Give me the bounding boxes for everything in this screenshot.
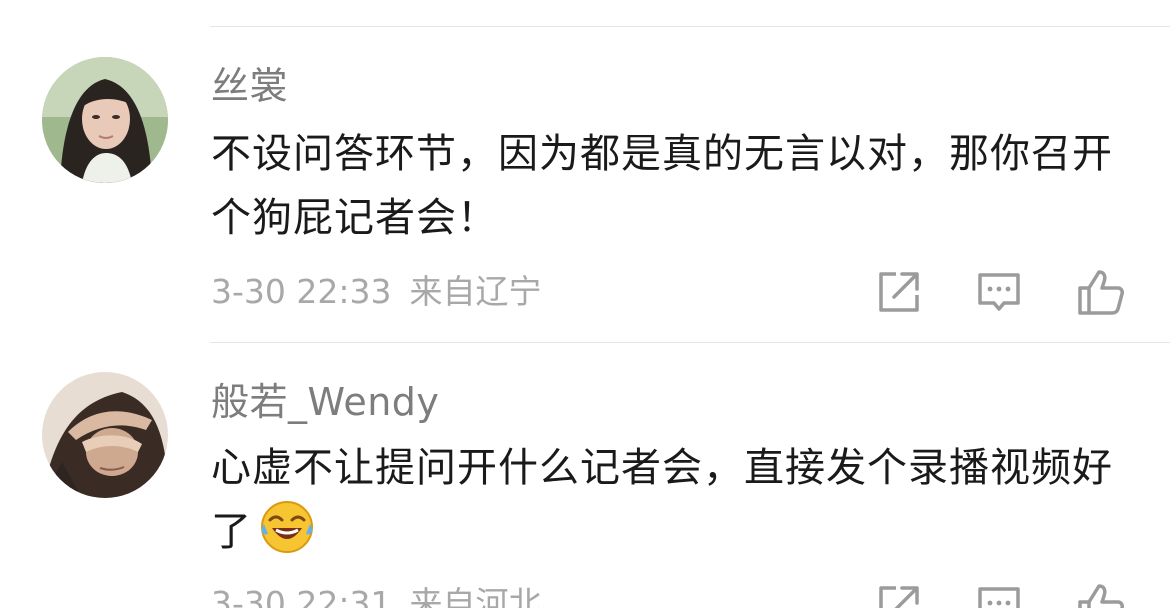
comment-meta: 3-30 22:33 来自辽宁	[211, 272, 542, 312]
avatar[interactable]	[42, 57, 168, 183]
share-icon	[879, 272, 919, 312]
comment-icon	[978, 587, 1020, 608]
like-button[interactable]	[1076, 582, 1126, 608]
comment-text: 不设问答环节，因为都是真的无言以对，那你召开个狗屁记者会！	[211, 131, 1113, 241]
comment-text: 心虚不让提问开什么记者会，直接发个录播视频好了	[211, 436, 1141, 573]
comment-location: 来自辽宁	[409, 272, 542, 311]
top-divider	[210, 26, 1170, 27]
share-button[interactable]	[874, 268, 924, 316]
comment-icon	[978, 273, 1020, 311]
thumbs-up-icon	[1078, 270, 1124, 315]
comment-list: 丝裳 不设问答环节，因为都是真的无言以对，那你召开个狗屁记者会！ 3-30 22…	[0, 0, 1170, 608]
share-icon	[879, 586, 919, 608]
comment-time: 3-30 22:31	[211, 584, 392, 608]
comment-divider	[210, 342, 1170, 343]
thumbs-up-icon	[1078, 584, 1124, 608]
comment-time: 3-30 22:33	[211, 272, 392, 311]
share-button[interactable]	[874, 582, 924, 608]
comment-text-content: 心虚不让提问开什么记者会，直接发个录播视频好了	[211, 445, 1113, 555]
comment-meta: 3-30 22:31 来自河北	[211, 584, 542, 608]
comment-actions	[874, 582, 1130, 608]
username[interactable]: 般若_Wendy	[211, 380, 439, 424]
comment-location: 来自河北	[409, 584, 542, 608]
like-button[interactable]	[1076, 268, 1126, 316]
comment-actions	[874, 268, 1130, 316]
reply-button[interactable]	[974, 268, 1024, 316]
reply-button[interactable]	[974, 582, 1024, 608]
username[interactable]: 丝裳	[211, 64, 288, 108]
laughing-crying-emoji-icon	[260, 500, 314, 573]
avatar[interactable]	[42, 372, 168, 498]
